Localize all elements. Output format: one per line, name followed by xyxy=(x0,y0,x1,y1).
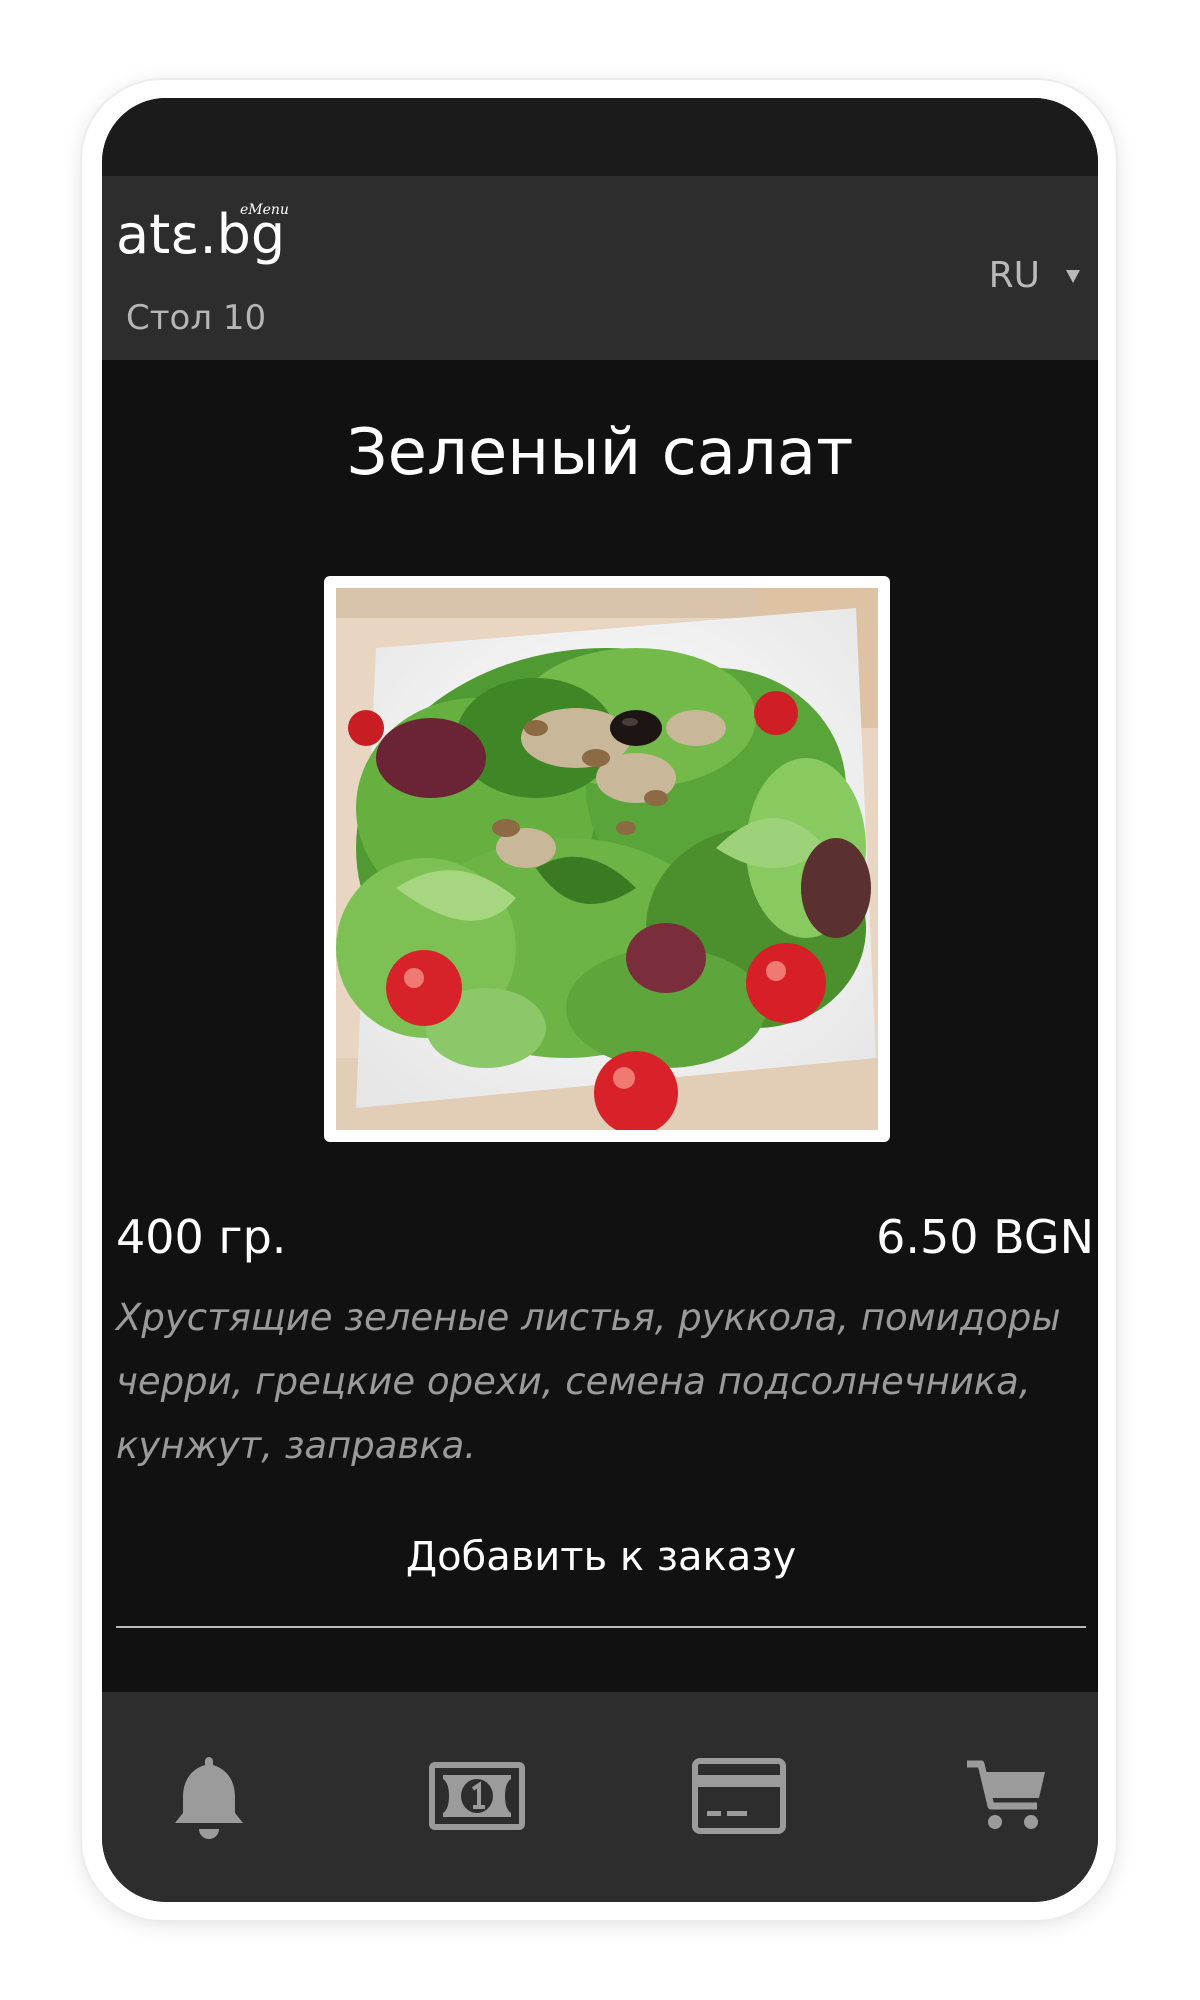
cash-icon xyxy=(429,1762,525,1830)
language-value: RU xyxy=(988,254,1040,296)
credit-card-icon xyxy=(692,1758,786,1834)
nav-pay-cash[interactable] xyxy=(422,1746,532,1846)
product-title: Зеленый салат xyxy=(346,416,854,490)
product-image xyxy=(336,588,878,1130)
language-select[interactable]: RU xyxy=(989,250,1080,300)
caret-down-icon xyxy=(1066,269,1080,283)
table-number-label: Стол 10 xyxy=(126,298,267,338)
add-to-order-button[interactable]: Добавить к заказу xyxy=(116,1516,1086,1628)
nav-cart[interactable] xyxy=(952,1746,1062,1846)
bell-icon xyxy=(175,1757,243,1839)
salad-illustration xyxy=(336,588,878,1130)
nav-pay-card[interactable] xyxy=(684,1746,794,1846)
product-weight: 400 гр. xyxy=(116,1210,287,1264)
product-price: 6.50 BGN xyxy=(876,1210,1094,1264)
logo-superscript: eMenu xyxy=(240,202,289,218)
app-header: atɛ.bg eMenu Стол 10 RU xyxy=(102,176,1098,360)
product-description: Хрустящие зеленые листья, руккола, помид… xyxy=(116,1296,1061,1467)
brand-logo[interactable]: atɛ.bg eMenu xyxy=(116,202,289,286)
bottom-nav xyxy=(102,1692,1098,1902)
app-screen: atɛ.bg eMenu Стол 10 RU Зеленый салат 40… xyxy=(102,98,1098,1902)
status-bar xyxy=(102,98,1098,176)
nav-call-waiter[interactable] xyxy=(154,1746,264,1846)
product-image-frame xyxy=(324,576,890,1142)
cart-icon xyxy=(967,1760,1045,1829)
